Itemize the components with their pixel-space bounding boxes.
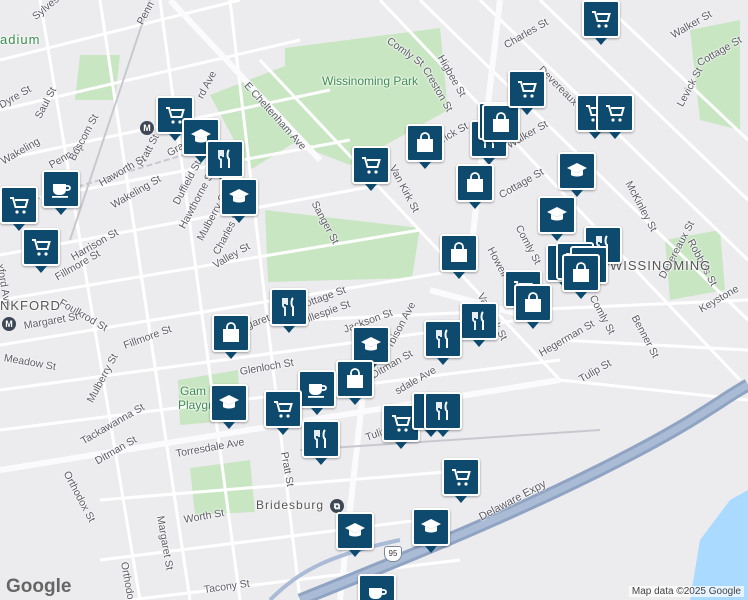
place-label-gambrel: Gam <box>180 384 207 398</box>
shopping-bag-icon <box>343 367 367 391</box>
map-attribution[interactable]: Map data ©2025 Google <box>628 586 744 597</box>
metro-station-icon[interactable]: M <box>2 317 16 331</box>
map-pin-shop[interactable] <box>456 164 494 209</box>
map-pin-shop[interactable] <box>440 234 478 279</box>
shopping-bag-icon <box>413 131 437 155</box>
map-pin-shop[interactable] <box>336 360 374 405</box>
shopping-bag-icon <box>447 241 471 265</box>
fork-knife-icon <box>431 327 455 351</box>
graduation-cap-icon <box>359 333 383 357</box>
map-pin-shop[interactable] <box>406 124 444 169</box>
highway-shield-icon: 95 <box>384 546 402 562</box>
park-cemetery <box>265 210 420 282</box>
map-pin-school[interactable] <box>538 196 576 241</box>
map-pin-restaurant[interactable] <box>302 420 340 465</box>
fork-knife-icon <box>467 309 491 333</box>
map-pin-grocery[interactable] <box>22 228 60 273</box>
shopping-bag-icon <box>521 291 545 315</box>
graduation-cap-icon <box>217 391 241 415</box>
fork-knife-icon <box>277 295 301 319</box>
map-pin-grocery[interactable] <box>352 146 390 191</box>
map-pin-grocery[interactable] <box>264 390 302 435</box>
shopping-bag-icon <box>463 171 487 195</box>
map-pin-school[interactable] <box>336 512 374 557</box>
place-label-stadium: adium <box>0 32 41 47</box>
coffee-cup-icon <box>365 581 389 600</box>
shopping-cart-icon <box>271 397 295 421</box>
shopping-cart-icon <box>589 7 613 31</box>
fork-knife-icon <box>213 147 237 171</box>
map-pin-shop[interactable] <box>482 104 520 149</box>
map-pin-cafe[interactable] <box>42 170 80 215</box>
rail-station-icon[interactable]: ⧉ <box>330 499 344 513</box>
place-label-frankford: NKFORD <box>0 298 61 313</box>
map-pin-shop[interactable] <box>562 254 600 299</box>
google-logo: Google <box>6 576 72 597</box>
shopping-bag-icon <box>569 261 593 285</box>
place-label-bridesburg: Bridesburg <box>256 498 325 512</box>
graduation-cap-icon <box>419 515 443 539</box>
fork-knife-icon <box>431 399 455 423</box>
graduation-cap-icon <box>343 519 367 543</box>
map-pin-grocery[interactable] <box>582 0 620 45</box>
map-pin-school[interactable] <box>220 178 258 223</box>
river <box>690 490 748 600</box>
map-pin-school[interactable] <box>558 152 596 197</box>
map-pin-school[interactable] <box>412 508 450 553</box>
shopping-bag-icon <box>489 111 513 135</box>
map-pin-grocery[interactable] <box>0 186 38 231</box>
map-pin-school[interactable] <box>352 326 390 371</box>
map-canvas[interactable]: Penn St Sylves adium Comly St Higbee St … <box>0 0 748 600</box>
place-label-wissinoming: WISSINOMING <box>610 258 712 273</box>
place-label-wissinoming-park: Wissinoming Park <box>322 74 419 88</box>
map-base <box>0 0 748 600</box>
graduation-cap-icon <box>545 203 569 227</box>
shopping-cart-icon <box>603 101 627 125</box>
map-pin-cafe[interactable] <box>358 574 396 600</box>
shopping-cart-icon <box>29 235 53 259</box>
shopping-cart-icon <box>389 411 413 435</box>
coffee-cup-icon <box>305 377 329 401</box>
map-pin-shop[interactable] <box>514 284 552 329</box>
shopping-cart-icon <box>449 465 473 489</box>
coffee-cup-icon <box>49 177 73 201</box>
map-pin-shop[interactable] <box>212 314 250 359</box>
map-pin-restaurant[interactable] <box>460 302 498 347</box>
metro-station-icon[interactable]: M <box>140 121 154 135</box>
map-pin-restaurant[interactable] <box>424 320 462 365</box>
map-pin-school[interactable] <box>210 384 248 429</box>
map-pin-cafe[interactable] <box>298 370 336 415</box>
map-pin-grocery[interactable] <box>442 458 480 503</box>
map-pin-grocery[interactable] <box>508 70 546 115</box>
map-pin-restaurant[interactable] <box>424 392 462 437</box>
map-pin-restaurant[interactable] <box>270 288 308 333</box>
shopping-bag-icon <box>219 321 243 345</box>
shopping-cart-icon <box>7 193 31 217</box>
fork-knife-icon <box>309 427 333 451</box>
graduation-cap-icon <box>227 185 251 209</box>
place-label-playground: Playgr <box>178 398 213 412</box>
shopping-cart-icon <box>359 153 383 177</box>
graduation-cap-icon <box>565 159 589 183</box>
map-pin-grocery[interactable] <box>596 94 634 139</box>
map-pin-restaurant[interactable] <box>206 140 244 185</box>
shopping-cart-icon <box>515 77 539 101</box>
